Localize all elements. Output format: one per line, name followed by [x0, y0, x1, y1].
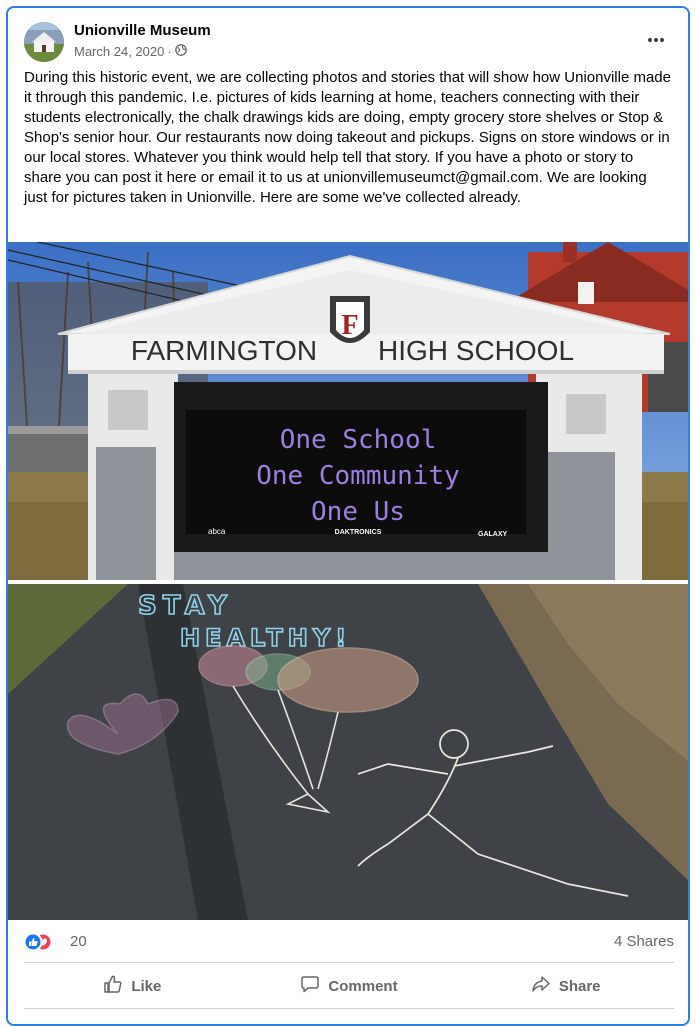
chalk-text-line-2: HEALTHY! [180, 624, 351, 652]
led-line-3: One Us [311, 497, 405, 527]
like-button[interactable]: Like [24, 966, 241, 1006]
post-photo-chalk-drawing[interactable]: STAY HEALTHY! [8, 584, 688, 920]
divider [24, 1008, 674, 1009]
crest-letter: F [341, 310, 358, 341]
comment-icon [300, 974, 320, 998]
share-label: Share [558, 977, 601, 995]
chalk-text-line-1: STAY [138, 591, 233, 621]
divider [24, 962, 674, 963]
shares-count[interactable]: 4 Shares [614, 933, 674, 950]
led-brand-left: abca [208, 527, 226, 536]
globe-icon [174, 44, 187, 59]
post-card: Unionville Museum March 24, 2020 · Durin… [6, 6, 690, 1026]
like-label: Like [131, 977, 162, 995]
comment-button[interactable]: Comment [241, 966, 458, 1006]
post-actions: Like Comment Share [24, 966, 674, 1006]
comment-label: Comment [328, 977, 398, 995]
sign-text-left: FARMINGTON [131, 335, 317, 366]
post-meta: March 24, 2020 · [74, 44, 187, 59]
led-line-2: One Community [256, 461, 460, 491]
post-date[interactable]: March 24, 2020 [74, 44, 164, 59]
like-icon [103, 974, 123, 998]
led-line-1: One School [280, 425, 437, 455]
post-photo-school-sign[interactable]: F FARMINGTON HIGH SCHOOL One School One … [8, 242, 688, 580]
more-options-icon[interactable] [638, 28, 674, 52]
reaction-count[interactable]: 20 [70, 933, 87, 950]
post-body-text: During this historic event, we are colle… [24, 69, 671, 206]
share-icon [531, 974, 551, 998]
reactions-bar: 20 4 Shares [23, 930, 674, 954]
sign-text-right: HIGH SCHOOL [378, 335, 574, 366]
page-avatar[interactable] [24, 22, 64, 62]
page-name-link[interactable]: Unionville Museum [74, 22, 211, 39]
meta-separator: · [167, 44, 172, 59]
post-header: Unionville Museum March 24, 2020 · [24, 20, 674, 64]
share-button[interactable]: Share [457, 966, 674, 1006]
led-brand-mid: DAKTRONICS [335, 529, 382, 536]
reaction-icons[interactable] [23, 932, 64, 952]
led-brand-right: GALAXY [478, 531, 508, 538]
